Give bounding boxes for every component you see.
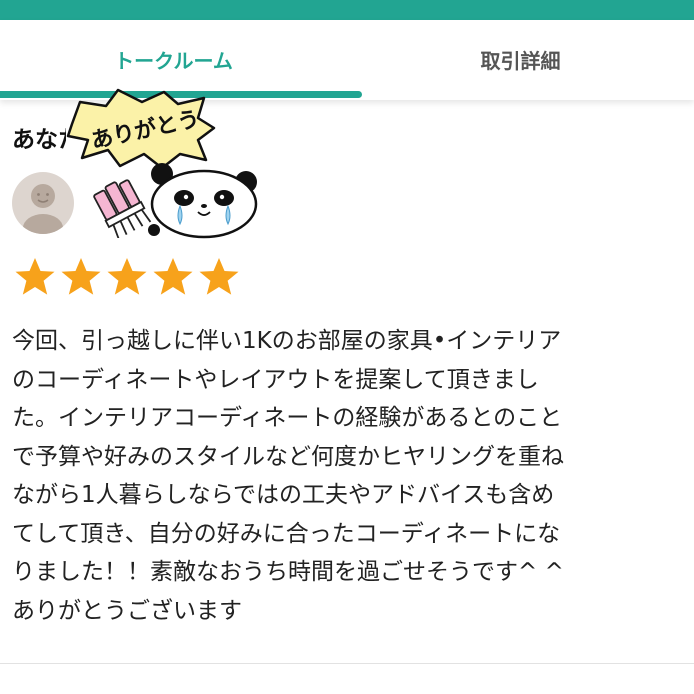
star-icon (199, 258, 239, 295)
user-avatar-icon[interactable] (12, 172, 74, 234)
star-icon (153, 258, 193, 295)
review-line: で予算や好みのスタイルなど何度かヒヤリングを重ね (12, 443, 564, 470)
review-line: てして頂き、自分の好みに合ったコーディネートにな (12, 520, 561, 547)
star-icon (15, 258, 55, 295)
divider (0, 663, 694, 664)
review-comment: 今回、引っ越しに伴い1Kのお部屋の家具•インテリア のコーディネートやレイアウト… (12, 322, 694, 630)
crying-panda-sticker (148, 163, 258, 239)
review-line: りました！！素敵なおうち時間を過ごせそうです^ ^ (12, 559, 564, 585)
app-header-bar (0, 0, 694, 20)
star-icon (107, 258, 147, 295)
review-line: た。インテリアコーディネートの経験があるとのこと (12, 405, 563, 431)
tab-transaction-details[interactable]: 取引詳細 (347, 20, 694, 98)
review-line: 今回、引っ越しに伴い1Kのお部屋の家具•インテリア (12, 328, 562, 354)
review-line: ありがとうございます (12, 597, 242, 624)
review-line: のコーディネートやレイアウトを提案して頂きまし (12, 366, 539, 393)
tab-talk-room[interactable]: トークルーム (0, 20, 347, 98)
star-rating (14, 256, 240, 302)
star-icon (61, 258, 101, 295)
review-line: ながら1人暮らしならではの工夫やアドバイスも含め (12, 482, 555, 508)
